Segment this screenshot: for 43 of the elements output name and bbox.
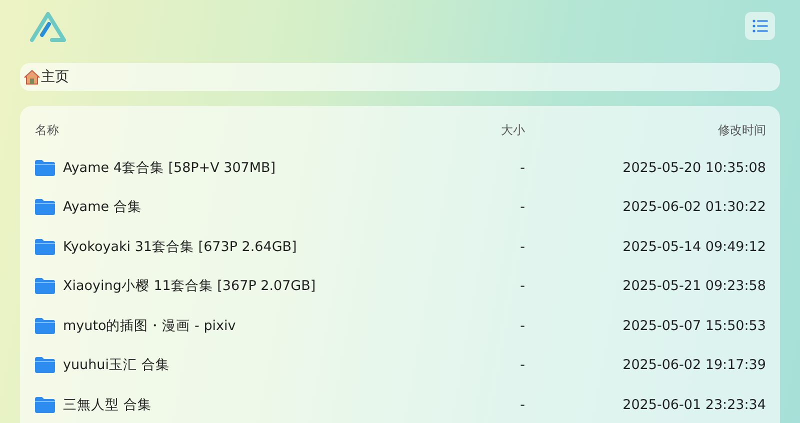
file-size: -	[519, 160, 525, 176]
modified-time: 2025-05-14 09:49:12	[622, 238, 766, 255]
file-name: Ayame 合集	[63, 198, 142, 216]
folder-icon	[35, 318, 55, 334]
file-row[interactable]: Ayame 4套合集 [58P+V 307MB] - 2025-05-20 10:35:08	[35, 148, 766, 188]
file-size: -	[519, 357, 525, 374]
logo-icon[interactable]	[28, 10, 68, 44]
folder-icon	[35, 238, 55, 255]
file-row[interactable]: Ayame 合集 - 2025-06-02 01:30:22	[35, 188, 766, 227]
list-view-button[interactable]	[745, 12, 775, 40]
file-name: yuuhui玉汇 合集	[63, 356, 170, 374]
file-name: Ayame 4套合集 [58P+V 307MB]	[63, 158, 276, 177]
modified-time: 2025-06-02 01:30:22	[622, 199, 766, 216]
file-size: -	[519, 318, 525, 334]
modified-time: 2025-06-01 23:23:34	[622, 396, 766, 413]
file-row[interactable]: Xiaoying小樱 11套合集 [367P 2.07GB] - 2025-05-21 09:23:58	[35, 266, 766, 306]
modified-time: 2025-06-02 19:17:39	[622, 357, 766, 374]
list-icon	[752, 19, 768, 33]
modified-time: 2025-05-20 10:35:08	[622, 160, 766, 176]
file-row[interactable]: 三無人型 合集 - 2025-06-01 23:23:34	[35, 385, 766, 423]
file-size: -	[519, 199, 525, 216]
file-size: -	[519, 396, 525, 413]
folder-icon	[35, 278, 55, 294]
folder-icon	[35, 160, 55, 176]
house-icon	[24, 69, 40, 85]
column-header[interactable]: 修改时间	[525, 122, 766, 138]
file-name: Kyokoyaki 31套合集 [673P 2.64GB]	[63, 238, 297, 256]
file-name: 三無人型 合集	[63, 396, 152, 414]
file-name: myuto的插图・漫画 - pixiv	[63, 316, 236, 335]
modified-time: 2025-05-21 09:23:58	[622, 278, 766, 294]
file-row[interactable]: yuuhui玉汇 合集 - 2025-06-02 19:17:39	[35, 346, 766, 385]
column-header[interactable]: 大小	[445, 122, 525, 138]
folder-icon	[35, 199, 55, 216]
file-row[interactable]: Kyokoyaki 31套合集 [673P 2.64GB] - 2025-05-14 09:49:12	[35, 227, 766, 266]
file-size: -	[519, 238, 525, 255]
folder-icon	[35, 396, 55, 413]
breadcrumb-link[interactable]: 主页	[41, 68, 69, 86]
file-size: -	[519, 278, 525, 294]
folder-icon	[35, 357, 55, 374]
modified-time: 2025-05-07 15:50:53	[622, 318, 766, 334]
file-name: Xiaoying小樱 11套合集 [367P 2.07GB]	[63, 277, 316, 296]
column-header[interactable]: 名称	[35, 122, 445, 138]
file-row[interactable]: myuto的插图・漫画 - pixiv - 2025-05-07 15:50:53	[35, 306, 766, 346]
